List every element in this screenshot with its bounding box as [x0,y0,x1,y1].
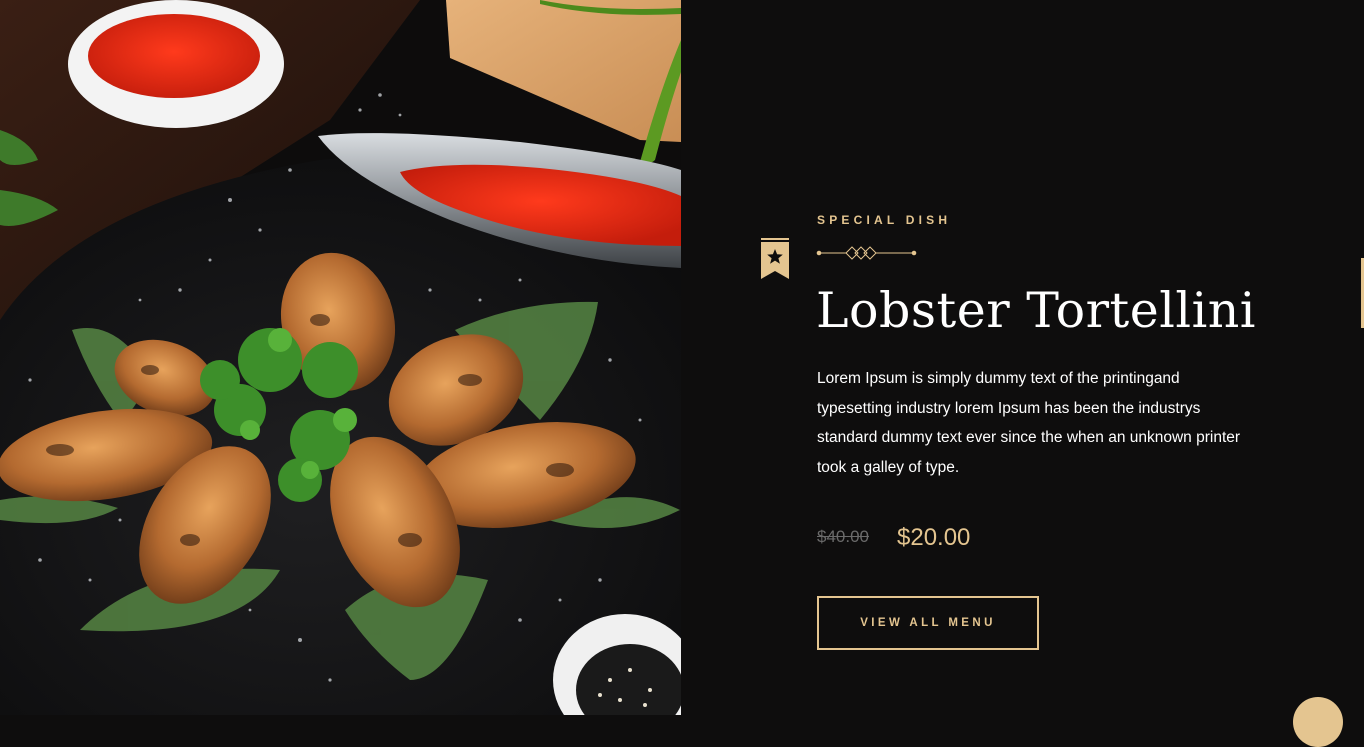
sale-price: $20.00 [897,524,971,551]
special-dish-label: SPECIAL DISH [817,213,952,227]
original-price: $40.00 [817,527,869,546]
diamond-separator-icon [816,246,917,260]
special-dish-section: SPECIAL DISH Lobster Tortellini Lorem Ip… [681,0,1364,747]
grilled-wings-image [0,0,681,715]
back-to-top-button[interactable] [1293,697,1343,747]
dish-photo [0,0,681,715]
dish-description: Lorem Ipsum is simply dummy text of the … [817,370,1241,477]
dish-title: Lobster Tortellini [816,282,1256,339]
view-all-menu-button[interactable]: VIEW ALL MENU [817,596,1039,650]
star-bookmark-icon [761,238,789,279]
